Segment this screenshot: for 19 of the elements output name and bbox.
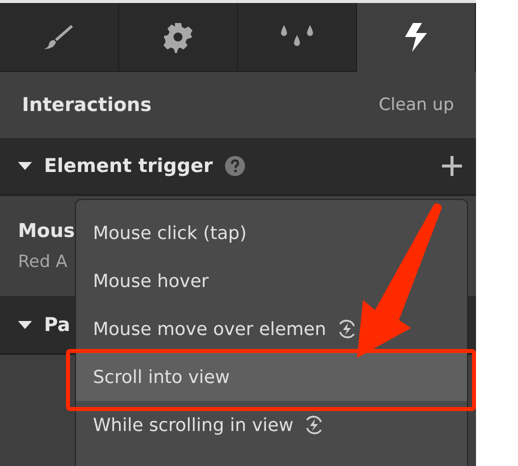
caret-icon xyxy=(18,321,32,329)
menu-item[interactable]: While scrolling in view xyxy=(76,401,467,449)
menu-item[interactable]: Mouse hover xyxy=(76,257,467,305)
trigger-name: Mous xyxy=(18,220,75,242)
brush-icon xyxy=(44,23,74,51)
clean-up-link[interactable]: Clean up xyxy=(378,95,454,115)
gear-icon xyxy=(162,21,194,53)
trigger-target: Red A xyxy=(18,252,68,272)
section-title: Pa xyxy=(44,314,70,336)
section-title: Element trigger xyxy=(44,155,213,177)
panel-tab[interactable] xyxy=(119,3,238,72)
help-icon xyxy=(224,156,245,176)
menu-item[interactable]: Mouse move over elemen xyxy=(76,305,467,353)
menu-item[interactable]: Scroll into view xyxy=(76,353,467,401)
menu-item[interactable]: Mouse click (tap) xyxy=(76,209,467,257)
caret-icon xyxy=(18,162,32,170)
add-icon[interactable] xyxy=(442,156,462,176)
panel-title: Interactions xyxy=(22,94,152,116)
lightning-icon xyxy=(403,22,429,52)
